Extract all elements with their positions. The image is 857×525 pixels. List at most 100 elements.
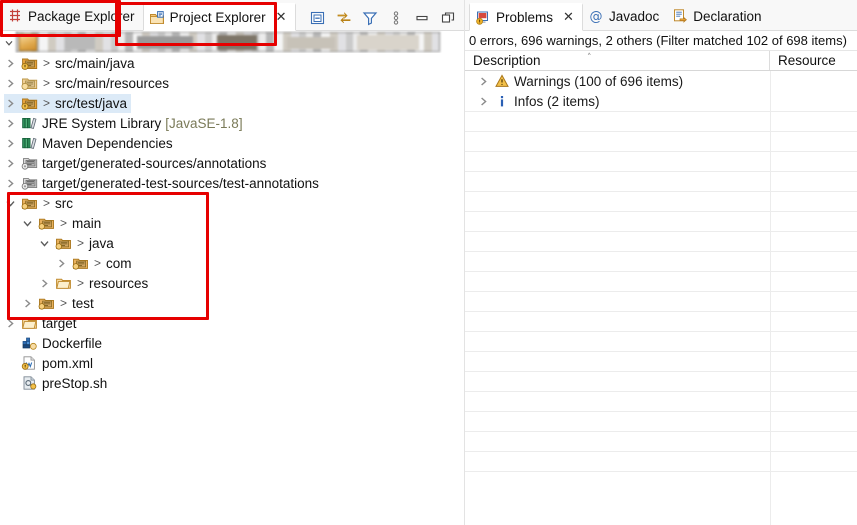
filter-icon[interactable] [362,10,378,26]
tree-item-src-main-resources[interactable]: > src/main/resources [0,73,464,93]
project-root-row-redacted[interactable] [0,31,464,53]
library-icon [21,135,38,151]
left-panel-toolbar [310,10,464,30]
folder-src-icon [38,215,55,231]
tree-item-label: src/test/java [55,95,128,111]
problems-row[interactable]: Infos (2 items) [465,91,857,111]
link-with-editor-icon[interactable] [336,10,352,26]
chevron-right-icon[interactable] [38,277,51,290]
tree-item-com[interactable]: > com [0,253,464,273]
tab-project-explorer-close-icon[interactable]: ✕ [276,11,287,24]
view-menu-icon[interactable] [388,10,404,26]
tab-problems[interactable]: Problems ✕ [469,3,583,31]
declaration-icon [672,8,688,24]
tree-item-label: com [106,255,132,271]
tree-item-target[interactable]: target [0,313,464,333]
shell-script-icon [21,375,38,391]
chevron-right-icon[interactable] [4,57,17,70]
left-panel-tabbar: Package Explorer Project Explorer ✕ [0,0,464,31]
folder-plain-icon [55,275,72,291]
chevron-right-icon[interactable] [21,297,34,310]
tree-item-prestop-sh[interactable]: preStop.sh [0,373,464,393]
problems-list[interactable]: Warnings (100 of 696 items) Infos (2 item… [465,71,857,525]
chevron-down-icon[interactable] [21,217,34,230]
project-tree[interactable]: > src/main/java > src/main/resources > src/te… [0,53,464,525]
tree-item-target-generated-test-sources-test-annotations[interactable]: target/generated-test-sources/test-annot… [0,173,464,193]
tree-item-maven-dependencies[interactable]: Maven Dependencies [0,133,464,153]
tree-item-content: Maven Dependencies [4,134,177,153]
tab-javadoc-label: Javadoc [608,8,660,24]
tree-item-label: Maven Dependencies [42,135,173,151]
tree-item-test[interactable]: > test [0,293,464,313]
problems-icon [475,10,491,26]
tree-item-content: > com [55,254,136,273]
tree-item-dockerfile[interactable]: Dockerfile [0,333,464,353]
tree-item-label: target [42,315,77,331]
source-folder-dim-icon [21,75,38,91]
chevron-down-icon[interactable] [4,36,14,46]
folder-src-icon [55,235,72,251]
tree-item-label: resources [89,275,149,291]
tree-item-label: java [89,235,114,251]
collapse-all-icon[interactable] [310,10,326,26]
info-icon [495,94,509,108]
tree-item-arrow: > [60,296,68,310]
tree-item-label: preStop.sh [42,375,108,391]
tree-item-jre-system-library[interactable]: JRE System Library [JavaSE-1.8] [0,113,464,133]
tree-item-label: target/generated-test-sources/test-annot… [42,175,319,191]
tab-declaration[interactable]: Declaration [667,2,770,30]
chevron-right-icon[interactable] [4,77,17,90]
tree-item-content: > main [21,214,105,233]
tree-item-pom-xml[interactable]: pom.xml [0,353,464,373]
tree-item-target-generated-sources-annotations[interactable]: target/generated-sources/annotations [0,153,464,173]
chevron-right-icon[interactable] [4,97,17,110]
problems-column-header: Description ˄ Resource [465,50,857,71]
minimize-icon[interactable] [414,10,430,26]
chevron-right-icon[interactable] [4,317,17,330]
chevron-right-icon[interactable] [477,95,490,108]
chevron-right-icon[interactable] [4,157,17,170]
tree-item-arrow: > [43,76,51,90]
tab-declaration-label: Declaration [693,8,762,24]
tree-item-content: target/generated-sources/annotations [4,154,270,173]
tab-problems-label: Problems [496,10,554,25]
library-icon [21,115,38,131]
tree-item-src-main-java[interactable]: > src/main/java [0,53,464,73]
eclipse-workbench: Package Explorer Project Explorer ✕ > sr… [0,0,857,525]
chevron-right-icon[interactable] [4,177,17,190]
chevron-right-icon[interactable] [4,117,17,130]
column-header-resource[interactable]: Resource [770,51,857,70]
tab-project-explorer-label: Project Explorer [169,10,266,25]
project-explorer-icon [149,10,165,26]
tree-item-resources[interactable]: > resources [0,273,464,293]
chevron-right-icon[interactable] [477,75,490,88]
chevron-right-icon[interactable] [4,137,17,150]
tree-item-main[interactable]: > main [0,213,464,233]
tree-item-arrow: > [43,196,51,210]
tab-project-explorer[interactable]: Project Explorer ✕ [142,3,296,31]
tree-item-label: src/main/resources [55,75,170,91]
maximize-icon[interactable] [440,10,456,26]
tab-javadoc[interactable]: @ Javadoc [582,2,668,30]
tree-item-src[interactable]: > src [0,193,464,213]
tree-item-label: Dockerfile [42,335,103,351]
chevron-down-icon[interactable] [38,237,51,250]
source-folder-icon [21,95,38,111]
tree-item-src-test-java[interactable]: > src/test/java [0,93,464,113]
tree-item-arrow: > [60,216,68,230]
tree-item-suffix: [JavaSE-1.8] [165,115,243,131]
tree-item-label: test [72,295,94,311]
svg-text:@: @ [589,9,602,24]
column-header-description-label: Description [473,53,541,68]
folder-src-icon [72,255,89,271]
chevron-down-icon[interactable] [4,197,17,210]
tab-problems-close-icon[interactable]: ✕ [563,11,574,24]
folder-plain-icon [21,315,38,331]
tree-item-java[interactable]: > java [0,233,464,253]
column-header-description[interactable]: Description ˄ [465,51,770,70]
problems-row[interactable]: Warnings (100 of 696 items) [465,71,857,91]
chevron-right-icon[interactable] [55,257,68,270]
tree-item-content: > src/main/resources [4,74,173,93]
tab-package-explorer[interactable]: Package Explorer [2,2,143,30]
tree-item-label: target/generated-sources/annotations [42,155,267,171]
